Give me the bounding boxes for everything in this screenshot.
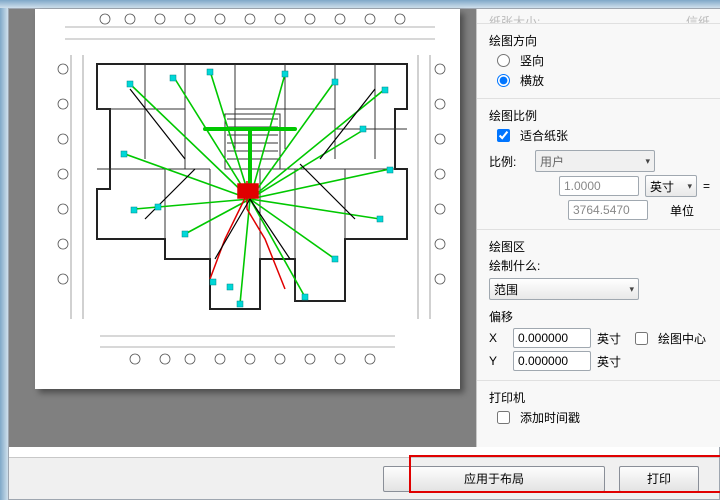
fit-paper-label: 适合纸张: [520, 127, 568, 144]
offset-y-label: Y: [489, 354, 507, 368]
center-label: 绘图中心: [658, 330, 706, 347]
scale-title: 绘图比例: [489, 107, 710, 124]
apply-to-layout-label: 应用于布局: [464, 470, 524, 487]
print-preview-area: [9, 9, 476, 447]
orientation-title: 绘图方向: [489, 32, 710, 49]
scale-num2-input[interactable]: [568, 200, 648, 220]
ratio-dropdown[interactable]: 用户 ▾: [535, 150, 655, 172]
dialog-footer: 应用于布局 打印: [9, 457, 719, 499]
unit2-label: 单位: [654, 202, 710, 219]
area-title: 绘图区: [489, 238, 710, 255]
unit1-dropdown[interactable]: 英寸 ▾: [645, 175, 697, 197]
offset-x-unit: 英寸: [597, 330, 621, 347]
offset-x-input[interactable]: [513, 328, 591, 348]
draw-what-label: 绘制什么:: [489, 257, 710, 274]
center-checkbox[interactable]: [635, 332, 648, 345]
draw-what-value: 范围: [494, 281, 518, 298]
chevron-down-icon: ▾: [687, 181, 692, 192]
fit-paper-checkbox[interactable]: [497, 129, 510, 142]
print-label: 打印: [647, 470, 671, 487]
landscape-label: 横放: [520, 72, 544, 89]
apply-to-layout-button[interactable]: 应用于布局: [383, 466, 605, 492]
printer-title: 打印机: [489, 389, 710, 406]
landscape-radio[interactable]: [497, 74, 510, 87]
draw-what-dropdown[interactable]: 范围 ▾: [489, 278, 639, 300]
offset-x-label: X: [489, 331, 507, 345]
chevron-down-icon: ▾: [629, 284, 634, 295]
dialog-panel: 纸张大小: 信纸 绘图方向 竖向 横放 绘图比例 适合纸张 比例:: [8, 8, 720, 500]
print-button[interactable]: 打印: [619, 466, 699, 492]
paper-size-label-cut: 纸张大小:: [489, 13, 540, 17]
portrait-radio[interactable]: [497, 54, 510, 67]
timestamp-label: 添加时间戳: [520, 409, 580, 426]
portrait-label: 竖向: [520, 52, 544, 69]
print-settings-panel: 纸张大小: 信纸 绘图方向 竖向 横放 绘图比例 适合纸张 比例:: [476, 9, 720, 447]
scale-num1-input[interactable]: [559, 176, 639, 196]
ratio-label: 比例:: [489, 153, 529, 170]
offset-y-input[interactable]: [513, 351, 591, 371]
chevron-down-icon: ▾: [645, 156, 650, 167]
offset-label: 偏移: [489, 308, 710, 325]
ratio-value: 用户: [540, 153, 564, 170]
equals-label: =: [703, 179, 710, 193]
paper-size-value-cut: 信纸: [686, 13, 710, 17]
timestamp-checkbox[interactable]: [497, 411, 510, 424]
floorplan-drawing: [35, 9, 460, 389]
paper-preview: [35, 9, 460, 389]
offset-y-unit: 英寸: [597, 353, 621, 370]
unit1-value: 英寸: [650, 178, 674, 195]
